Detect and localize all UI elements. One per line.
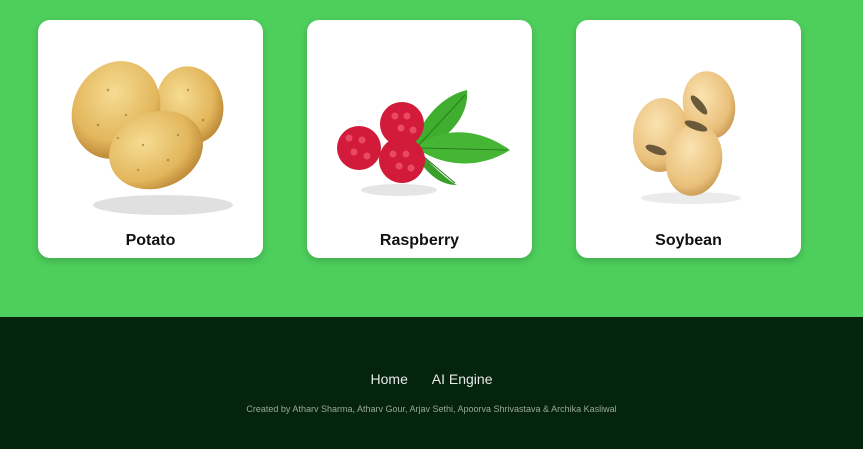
card-label: Raspberry: [379, 232, 460, 249]
card-potato[interactable]: Potato: [38, 20, 263, 258]
card-raspberry[interactable]: Raspberry: [307, 20, 532, 258]
raspberry-image: [337, 90, 510, 196]
footer-nav: Home AI Engine: [0, 371, 863, 387]
card-soybean[interactable]: Soybean: [576, 20, 801, 258]
crop-grid: Potato Raspberry Soybean: [0, 0, 863, 317]
footer: Home AI Engine Created by Atharv Sharma,…: [0, 317, 863, 449]
card-label: Soybean: [655, 232, 722, 249]
nav-home-link[interactable]: Home: [371, 371, 408, 387]
potato-image: [71, 61, 233, 215]
soybean-image: [632, 71, 741, 204]
card-label: Potato: [125, 232, 176, 249]
credits-text: Created by Atharv Sharma, Atharv Gour, A…: [246, 404, 617, 414]
nav-ai-engine-link[interactable]: AI Engine: [432, 371, 493, 387]
